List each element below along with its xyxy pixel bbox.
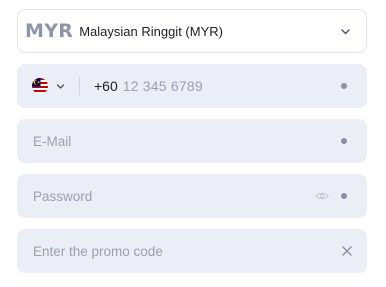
eye-icon[interactable] [315,190,329,202]
required-dot-icon [341,83,347,89]
malaysia-flag-icon[interactable] [32,78,48,94]
divider [79,77,80,95]
currency-code: MYR [25,20,74,42]
promo-code-field[interactable]: Enter the promo code [17,229,367,273]
currency-name: Malaysian Ringgit (MYR) [79,23,223,39]
chevron-down-icon [341,29,350,35]
promo-placeholder: Enter the promo code [33,243,163,259]
email-field[interactable]: E-Mail [17,119,367,163]
required-dot-icon [341,193,347,199]
close-icon[interactable] [341,245,353,257]
email-placeholder: E-Mail [33,133,72,149]
password-field[interactable]: Password [17,174,367,218]
phone-input[interactable]: 12 345 6789 [123,78,203,94]
phone-field: +60 12 345 6789 [17,64,367,108]
country-chevron-down-icon[interactable] [55,81,66,92]
currency-select[interactable]: MYR Malaysian Ringgit (MYR) [17,9,367,53]
required-dot-icon [341,138,347,144]
dial-code: +60 [94,78,118,94]
password-placeholder: Password [33,188,93,204]
